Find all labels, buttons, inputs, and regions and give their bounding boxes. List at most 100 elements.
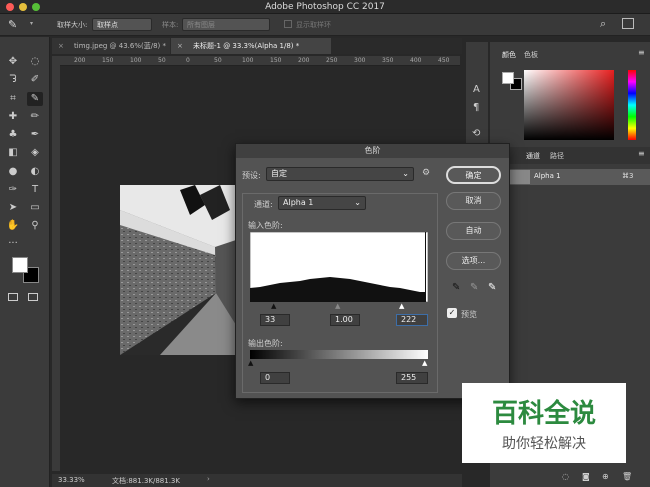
- ruler-tick-label: 0: [186, 57, 190, 64]
- foreground-color-swatch[interactable]: [12, 257, 28, 273]
- zoom-tool-icon[interactable]: ⚲: [27, 219, 43, 233]
- paint-bucket-icon[interactable]: ◈: [27, 146, 43, 160]
- hand-tool-icon[interactable]: ✋: [5, 219, 21, 233]
- sample-select[interactable]: 所有图层: [182, 18, 270, 31]
- sample-size-value: 取样点: [97, 21, 118, 29]
- white-point-slider[interactable]: ▲: [399, 302, 404, 310]
- marquee-tool-icon[interactable]: ◌: [27, 55, 43, 69]
- output-white-slider[interactable]: ▲: [422, 359, 427, 367]
- brush-tool-icon[interactable]: ✏: [27, 110, 43, 124]
- preview-label: 预览: [461, 310, 477, 319]
- sample-value: 所有图层: [187, 21, 215, 29]
- cancel-button[interactable]: 取消: [446, 192, 501, 210]
- output-black-field[interactable]: 0: [260, 372, 290, 384]
- history-brush-icon[interactable]: ✒: [27, 128, 43, 142]
- stamp-tool-icon[interactable]: ♣: [5, 128, 21, 142]
- path-select-icon[interactable]: ➤: [5, 201, 21, 215]
- output-gradient: [250, 350, 428, 359]
- chevron-right-icon[interactable]: ›: [207, 475, 210, 483]
- blur-tool-icon[interactable]: ●: [5, 165, 21, 179]
- white-eyedropper-icon[interactable]: ✎: [488, 282, 496, 293]
- pen-tool-icon[interactable]: ✑: [5, 183, 21, 197]
- auto-button[interactable]: 自动: [446, 222, 501, 240]
- ruler-tick-label: 200: [298, 57, 310, 64]
- tab-swatches[interactable]: 色板: [524, 50, 538, 60]
- input-white-field[interactable]: 222: [396, 314, 428, 326]
- quick-select-tool-icon[interactable]: ✐: [27, 73, 43, 87]
- move-tool-icon[interactable]: ✥: [5, 55, 21, 69]
- tab-timg[interactable]: × timg.jpeg @ 43.6%(蓝/8) *: [52, 38, 170, 54]
- preset-select[interactable]: 自定 ⌄: [266, 167, 414, 181]
- dialog-title: 色阶: [236, 144, 509, 158]
- levels-dialog: 色阶 预设: 自定 ⌄ ⚙ 通道: Alpha 1 ⌄ 输入色阶: ▲ ▲ ▲ …: [235, 143, 510, 399]
- input-gamma-field[interactable]: 1.00: [330, 314, 360, 326]
- gamma-slider[interactable]: ▲: [335, 302, 340, 310]
- tab-untitled[interactable]: × 未标题-1 @ 33.3%(Alpha 1/8) *: [171, 38, 331, 54]
- gear-icon[interactable]: ⚙: [422, 168, 430, 178]
- search-icon[interactable]: ⌕: [600, 17, 606, 31]
- tab-paths[interactable]: 路径: [550, 151, 564, 161]
- ruler-tick-label: 450: [438, 57, 450, 64]
- input-white-value: 222: [401, 315, 417, 324]
- chevron-down-icon: ⌄: [402, 169, 409, 178]
- character-panel-icon[interactable]: A: [473, 84, 480, 95]
- ruler-tick-label: 250: [326, 57, 338, 64]
- channel-row-alpha1[interactable]: Alpha 1 ⌘3: [510, 169, 650, 185]
- workspace-icon[interactable]: [622, 18, 634, 29]
- chevron-down-icon[interactable]: ▾: [30, 20, 33, 27]
- black-eyedropper-icon[interactable]: ✎: [452, 282, 460, 293]
- show-ring-checkbox[interactable]: [284, 20, 292, 28]
- channel-value: Alpha 1: [283, 198, 314, 207]
- color-field[interactable]: [524, 70, 614, 140]
- tab-close-icon[interactable]: ×: [177, 38, 183, 54]
- screen-mode-icon[interactable]: [28, 293, 38, 301]
- watermark-title: 百科全说: [491, 399, 596, 429]
- save-selection-icon[interactable]: ◙: [582, 472, 590, 481]
- black-point-slider[interactable]: ▲: [271, 302, 276, 310]
- gray-eyedropper-icon[interactable]: ✎: [470, 282, 478, 293]
- crop-tool-icon[interactable]: ⌗: [5, 92, 21, 106]
- rectangle-tool-icon[interactable]: ▭: [27, 201, 43, 215]
- history-panel-icon[interactable]: ⟲: [472, 128, 480, 139]
- ruler-tick-label: 150: [102, 57, 114, 64]
- color-fg-swatch[interactable]: [502, 72, 514, 84]
- panel-menu-icon[interactable]: ≡: [638, 48, 645, 57]
- more-tools-icon[interactable]: ···: [5, 237, 21, 251]
- tab-color[interactable]: 颜色: [502, 50, 516, 60]
- eyedropper-tool-icon[interactable]: ✎: [27, 92, 43, 106]
- tab-label: 未标题-1 @ 33.3%(Alpha 1/8) *: [193, 42, 300, 50]
- type-tool-icon[interactable]: T: [27, 183, 43, 197]
- tab-channels[interactable]: 通道: [526, 151, 540, 161]
- watermark-badge: 百科全说 助你轻松解决: [462, 383, 626, 463]
- output-levels-label: 输出色阶:: [248, 339, 283, 348]
- sample-size-select[interactable]: 取样点: [92, 18, 152, 31]
- channel-select[interactable]: Alpha 1 ⌄: [278, 196, 366, 210]
- trash-icon[interactable]: 🗑: [622, 472, 632, 481]
- channel-name: Alpha 1: [534, 172, 561, 180]
- ok-button[interactable]: 确定: [446, 166, 501, 184]
- output-white-value: 255: [401, 373, 417, 382]
- paragraph-panel-icon[interactable]: ¶: [473, 102, 479, 113]
- input-levels-label: 输入色阶:: [248, 221, 283, 230]
- channel-thumbnail: [510, 170, 530, 184]
- preview-checkbox[interactable]: ✓: [447, 308, 457, 318]
- output-white-field[interactable]: 255: [396, 372, 428, 384]
- lasso-tool-icon[interactable]: ᘊ: [5, 73, 21, 87]
- panel-menu-icon[interactable]: ≡: [638, 149, 645, 158]
- input-black-field[interactable]: 33: [260, 314, 290, 326]
- eraser-tool-icon[interactable]: ◧: [5, 146, 21, 160]
- output-black-slider[interactable]: ▲: [248, 359, 253, 367]
- healing-tool-icon[interactable]: ✚: [5, 110, 21, 124]
- dodge-tool-icon[interactable]: ◐: [27, 165, 43, 179]
- status-bar: 33.33% 文档:881.3K/881.3K ›: [52, 474, 462, 487]
- channel-label: 通道:: [254, 200, 273, 209]
- load-selection-icon[interactable]: ◌: [562, 472, 569, 481]
- tab-close-icon[interactable]: ×: [58, 38, 64, 54]
- options-button[interactable]: 选项...: [446, 252, 501, 270]
- new-channel-icon[interactable]: ⊕: [602, 472, 609, 481]
- zoom-level: 33.33%: [58, 476, 85, 484]
- hue-slider[interactable]: [628, 70, 636, 140]
- eyedropper-tool-icon[interactable]: ✎: [8, 18, 17, 31]
- quick-mask-icon[interactable]: [8, 293, 18, 301]
- ruler-tick-label: 100: [242, 57, 254, 64]
